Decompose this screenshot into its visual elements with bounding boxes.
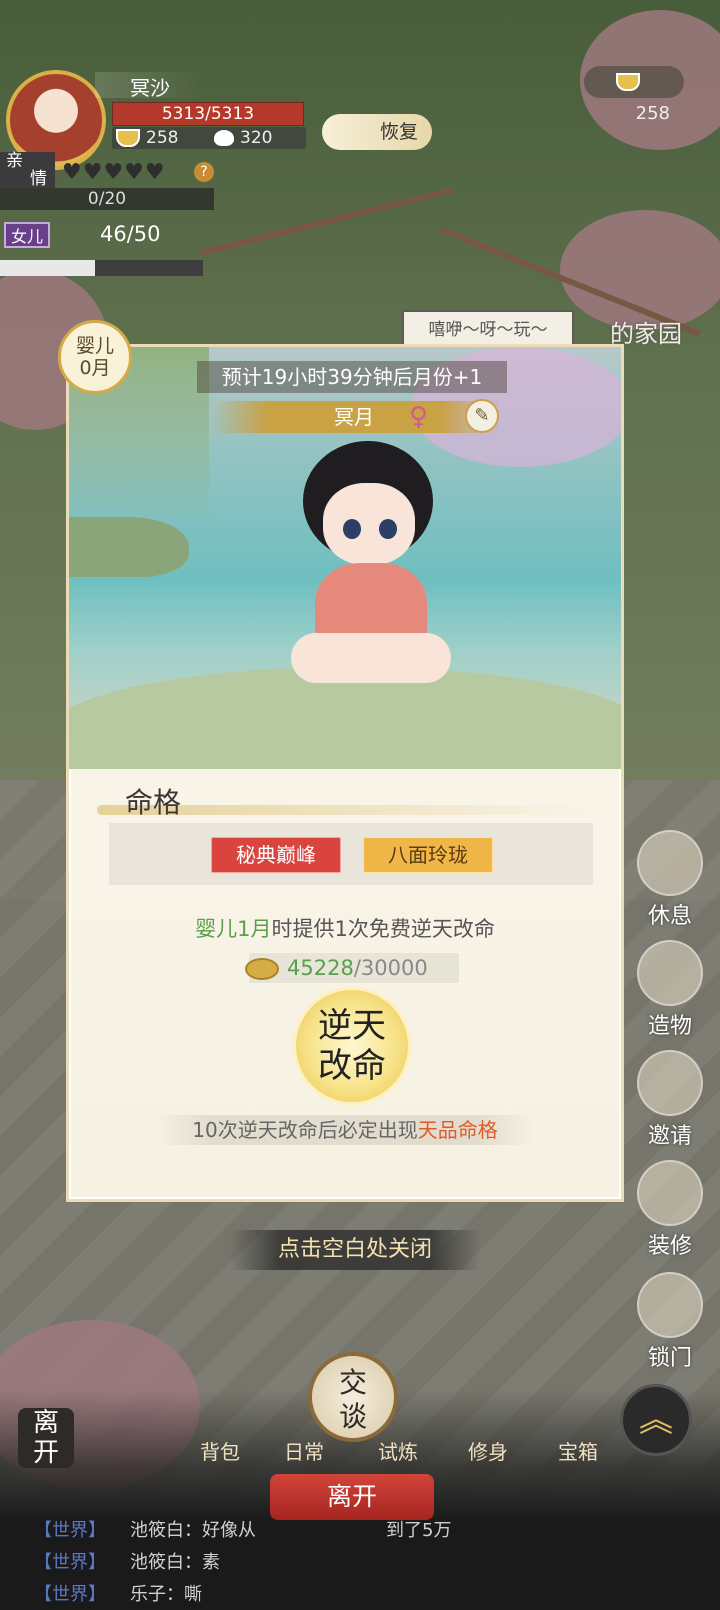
- grass-island: [69, 517, 189, 577]
- free-reroll-notice: 婴儿1月时提供1次免费逆天改命: [69, 913, 621, 943]
- chat-line[interactable]: 【世界】 池筱白：素: [34, 1548, 220, 1574]
- cost-need: /30000: [353, 956, 428, 980]
- close-hint: 点击空白处关闭: [230, 1230, 480, 1270]
- leave-side-button[interactable]: 离 开: [18, 1408, 74, 1468]
- leave-button[interactable]: 离开: [270, 1474, 434, 1520]
- chat-channel: 【世界】: [34, 1520, 106, 1541]
- child-name-bar: 冥月: [209, 401, 499, 433]
- chat-text: 乐子：嘶: [130, 1584, 202, 1605]
- lock-door-label: 锁门: [647, 1346, 692, 1371]
- chat-channel: 【世界】: [34, 1552, 106, 1573]
- talk-button[interactable]: 交 谈: [308, 1352, 398, 1442]
- guarantee-notice: 10次逆天改命后必定出现天品命格: [155, 1115, 535, 1145]
- daughter-tag[interactable]: 女儿: [4, 222, 50, 248]
- top-rice-counter: 258: [584, 66, 684, 124]
- hp-text: 5313/5313: [161, 104, 255, 124]
- child-character: [281, 431, 459, 691]
- invite-icon: [637, 1050, 703, 1116]
- rice-stat: 258: [112, 127, 210, 149]
- child-eye: [343, 519, 361, 539]
- rest-button[interactable]: 休息: [622, 830, 718, 930]
- change-fate-line1: 逆天: [318, 1006, 386, 1046]
- lock-door-button[interactable]: 锁门: [622, 1272, 718, 1372]
- child-eye: [379, 519, 397, 539]
- invite-button[interactable]: 邀请: [622, 1050, 718, 1150]
- female-gender-icon: ♀: [409, 402, 429, 432]
- lock-icon: [637, 1272, 703, 1338]
- player-name: 冥沙: [95, 72, 205, 100]
- chat-line[interactable]: 【世界】 乐子：嘶: [34, 1580, 202, 1606]
- daughter-progress-fill: [0, 260, 96, 276]
- child-legs: [291, 633, 451, 683]
- guarantee-text: 10次逆天改命后必定出现: [192, 1118, 418, 1142]
- bun-stat: 320: [210, 127, 306, 149]
- child-name: 冥月: [334, 405, 374, 429]
- craft-label: 造物: [647, 1014, 692, 1039]
- invite-label: 邀请: [647, 1124, 692, 1149]
- bond-tag: 亲 情: [0, 152, 55, 188]
- coin-icon: [245, 958, 279, 980]
- free-reroll-text: 时提供1次免费逆天改命: [271, 917, 495, 941]
- child-face: [323, 483, 415, 565]
- restore-label: 恢复: [379, 121, 418, 143]
- free-reroll-age: 婴儿1月: [195, 917, 272, 941]
- hammer-icon: [637, 1160, 703, 1226]
- chat-channel: 【世界】: [34, 1584, 106, 1605]
- expand-up-icon[interactable]: ︽: [620, 1384, 692, 1456]
- speech-bubble: 嘻咿～呀～玩～: [402, 310, 574, 348]
- bond-hearts: ♥♥♥♥♥: [62, 160, 166, 185]
- rename-brush-icon[interactable]: ✎: [465, 399, 499, 433]
- hp-bar: 5313/5313: [112, 102, 304, 126]
- age-month: 0月: [79, 357, 111, 379]
- age-badge: 婴儿 0月: [58, 320, 132, 394]
- craft-button[interactable]: 造物: [622, 940, 718, 1040]
- bond-help-icon[interactable]: ?: [194, 162, 214, 182]
- daughter-progress-bar: [0, 260, 203, 276]
- change-fate-button[interactable]: 逆天 改命: [293, 987, 411, 1105]
- rice-bowl-icon: [616, 73, 640, 91]
- child-portrait-scene: 预计19小时39分钟后月份+1 冥月 ♀ ✎: [69, 347, 621, 769]
- bond-progress: 0/20: [0, 188, 214, 210]
- bond-label-top: 亲: [6, 151, 23, 171]
- craft-icon: [637, 940, 703, 1006]
- age-stage: 婴儿: [75, 335, 114, 357]
- change-fate-line2: 改命: [318, 1046, 386, 1086]
- talk-line1: 交: [338, 1366, 367, 1399]
- chat-text-tail: 到了5万: [386, 1520, 452, 1541]
- fate-section-title: 命格: [125, 786, 182, 819]
- steamed-bun-icon: [214, 130, 234, 146]
- rice-value: 258: [146, 128, 179, 148]
- rice-bowl-icon: [116, 129, 140, 147]
- daughter-count: 46/50: [100, 222, 161, 246]
- decorate-label: 装修: [647, 1234, 692, 1259]
- guarantee-highlight: 天品命格: [417, 1118, 498, 1142]
- nav-backpack[interactable]: 背包: [180, 1436, 260, 1465]
- nav-daily[interactable]: 日常: [264, 1436, 344, 1465]
- rest-label: 休息: [647, 904, 692, 929]
- leave-side-line1: 离: [32, 1408, 59, 1438]
- chat-text: 池筱白：素: [130, 1552, 220, 1573]
- decorate-button[interactable]: 装修: [622, 1160, 718, 1260]
- cost-have: 45228: [287, 956, 354, 980]
- child-fate-modal: 预计19小时39分钟后月份+1 冥月 ♀ ✎ 命格 秘典巅峰 八面玲珑 婴儿1月…: [66, 344, 624, 1202]
- trait-tag[interactable]: 八面玲珑: [363, 837, 493, 873]
- bun-value: 320: [240, 128, 273, 148]
- bond-label-bottom: 情: [30, 169, 47, 189]
- traits-panel: 秘典巅峰 八面玲珑: [109, 823, 593, 885]
- trait-tag[interactable]: 秘典巅峰: [211, 837, 341, 873]
- nav-treasure-chest[interactable]: 宝箱: [538, 1436, 618, 1465]
- top-rice-value: 258: [635, 103, 670, 124]
- sleep-icon: [637, 830, 703, 896]
- reroll-cost: 45228/30000: [245, 953, 459, 983]
- month-countdown: 预计19小时39分钟后月份+1: [197, 361, 507, 393]
- nav-trial[interactable]: 试炼: [358, 1436, 438, 1465]
- talk-line2: 谈: [338, 1400, 367, 1433]
- leave-side-line2: 开: [32, 1438, 59, 1468]
- nav-cultivate[interactable]: 修身: [448, 1436, 528, 1465]
- restore-button[interactable]: 恢复: [322, 114, 432, 150]
- chat-text: 池筱白：好像从: [130, 1520, 256, 1541]
